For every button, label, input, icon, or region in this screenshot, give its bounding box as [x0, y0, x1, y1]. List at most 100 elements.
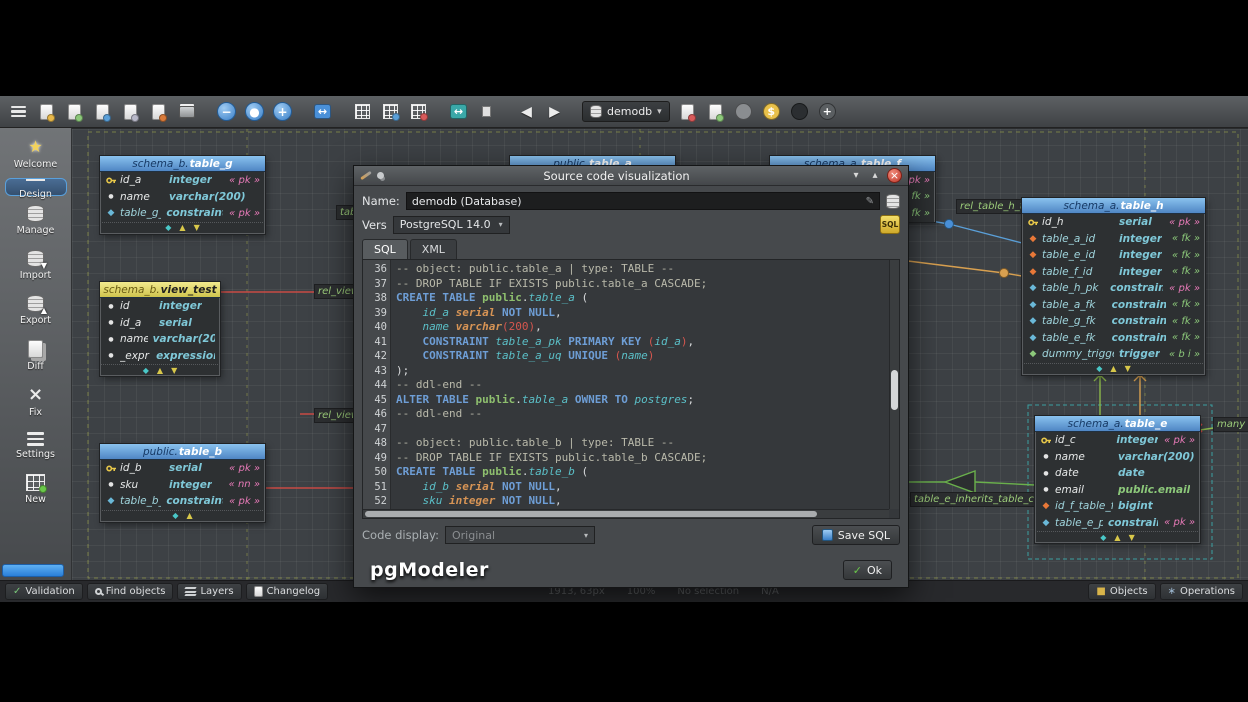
version-select[interactable]: PostgreSQL 14.0 ▾ — [393, 216, 510, 234]
table-footer[interactable]: ◆▲▼ — [1035, 531, 1200, 543]
table-row[interactable]: ◆table_f_idinteger« fk » — [1023, 264, 1204, 281]
about-button[interactable] — [787, 99, 812, 124]
zoom-in-button[interactable]: + — [270, 99, 295, 124]
table-row[interactable]: ◆table_e_fkconstraint« fk » — [1023, 330, 1204, 347]
table-row[interactable]: ◆dummy_triggertrigger« b i » — [1023, 346, 1204, 363]
new-model-button[interactable] — [34, 99, 59, 124]
sidebar-item-fix[interactable]: ×Fix — [5, 380, 67, 423]
name-input[interactable]: demodb (Database) ✎ — [406, 192, 880, 210]
table-table_e[interactable]: schema_a.table_eid_cinteger« pk »●nameva… — [1035, 416, 1200, 543]
table-row[interactable]: ◆table_g_pkconstraint« pk » — [101, 205, 264, 222]
table-header[interactable]: schema_a.table_e — [1035, 416, 1200, 432]
prev-page-button[interactable]: ◀ — [514, 99, 539, 124]
table-row[interactable]: ●emailpublic.email — [1036, 482, 1199, 499]
table-row[interactable]: ●namevarchar(200) — [101, 189, 264, 206]
tab-xml[interactable]: XML — [410, 239, 457, 259]
table-row[interactable]: ●idinteger — [101, 298, 219, 315]
save-model-button[interactable] — [90, 99, 115, 124]
table-view_test[interactable]: schema_b.view_test●idinteger●id_aserial●… — [100, 282, 220, 376]
table-row[interactable]: ◆table_h_pkconstraint« pk » — [1023, 280, 1204, 297]
sidebar-item-welcome[interactable]: ★Welcome — [5, 132, 67, 175]
operations-button[interactable]: ∗Operations — [1160, 583, 1243, 600]
table-header[interactable]: schema_b.view_test — [100, 282, 220, 298]
save-as-button[interactable] — [118, 99, 143, 124]
scrollbar-thumb[interactable] — [891, 370, 898, 410]
fit-view-button[interactable]: ↔ — [310, 99, 335, 124]
table-table_b[interactable]: public.table_bid_bserial« pk »●skuintege… — [100, 444, 265, 522]
sidebar-item-diff[interactable]: Diff — [5, 334, 67, 377]
table-row[interactable]: ◆table_e_pkconstraint« pk » — [1036, 515, 1199, 532]
main-menu-button[interactable] — [6, 99, 31, 124]
table-row[interactable]: id_ainteger« pk » — [101, 172, 264, 189]
export-model-button[interactable] — [146, 99, 171, 124]
zoom-out-button[interactable]: − — [214, 99, 239, 124]
table-row[interactable]: id_cinteger« pk » — [1036, 432, 1199, 449]
table-row[interactable]: ●namevarchar(200) — [1036, 449, 1199, 466]
dialog-titlebar[interactable]: Source code visualization ▾ ▴ × — [354, 166, 908, 186]
table-footer[interactable]: ◆▲▼ — [1022, 363, 1205, 375]
code-editor[interactable]: 363738394041424344454647484950515253 -- … — [362, 259, 900, 519]
relationship-label[interactable]: many — [1213, 417, 1248, 432]
align-to-grid-button[interactable] — [378, 99, 403, 124]
close-button[interactable]: × — [887, 168, 902, 183]
sidebar-item-new[interactable]: New — [5, 468, 67, 510]
table-row[interactable]: ●datedate — [1036, 465, 1199, 482]
table-row[interactable]: ◆table_b_pkconstraint« pk » — [101, 493, 264, 510]
sidebar-item-export[interactable]: ▲Export — [5, 289, 67, 331]
table-row[interactable]: ◆id_f_table_fbigint — [1036, 498, 1199, 515]
table-row[interactable]: ●namevarchar(200) — [101, 331, 219, 348]
ok-button[interactable]: ✓ Ok — [843, 560, 892, 580]
table-footer[interactable]: ◆▲ — [100, 510, 265, 522]
notification-chip[interactable] — [2, 564, 64, 577]
sidebar-item-design[interactable]: Design — [5, 178, 67, 196]
table-header[interactable]: schema_a.table_h — [1022, 198, 1205, 214]
changelog-button[interactable]: Changelog — [246, 583, 329, 600]
table-row[interactable]: ◆table_e_idinteger« fk » — [1023, 247, 1204, 264]
model-selector[interactable]: demodb▾ — [582, 101, 670, 122]
table-row[interactable]: ●id_aserial — [101, 315, 219, 332]
page-delimiters-button[interactable] — [406, 99, 431, 124]
zoom-normal-button[interactable]: ● — [242, 99, 267, 124]
bug-report-button[interactable] — [731, 99, 756, 124]
table-footer[interactable]: ◆▲▼ — [100, 364, 220, 376]
collapse-icon[interactable]: ▾ — [849, 170, 863, 181]
compact-view-button[interactable]: ↔ — [446, 99, 471, 124]
objects-button[interactable]: ■Objects — [1088, 583, 1155, 600]
expand-icon[interactable]: ▴ — [868, 170, 882, 181]
table-row[interactable]: ◆table_a_idinteger« fk » — [1023, 231, 1204, 248]
fix-model-button[interactable] — [675, 99, 700, 124]
scrollbar-thumb[interactable] — [365, 511, 817, 517]
sidebar-item-import[interactable]: ▼Import — [5, 244, 67, 286]
relationship-label[interactable]: table_e_inherits_table_c — [910, 492, 1038, 507]
print-model-button[interactable] — [174, 99, 199, 124]
table-header[interactable]: schema_b.table_g — [100, 156, 265, 172]
show-grid-button[interactable] — [350, 99, 375, 124]
load-model-button[interactable] — [62, 99, 87, 124]
table-row[interactable]: ●skuinteger« nn » — [101, 477, 264, 494]
sidebar-item-manage[interactable]: Manage — [5, 199, 67, 241]
table-row[interactable]: ◆table_a_fkconstraint« fk » — [1023, 297, 1204, 314]
table-row[interactable]: ◆table_g_fkconstraint« fk » — [1023, 313, 1204, 330]
layers-button[interactable]: Layers — [177, 583, 241, 600]
table-header[interactable]: public.table_b — [100, 444, 265, 460]
next-page-button[interactable]: ▶ — [542, 99, 567, 124]
plugins-button[interactable]: + — [815, 99, 840, 124]
save-sql-button[interactable]: Save SQL — [812, 525, 900, 545]
table-row[interactable]: id_bserial« pk » — [101, 460, 264, 477]
overview-button[interactable] — [474, 99, 499, 124]
horizontal-scrollbar[interactable] — [363, 509, 889, 518]
table-row[interactable]: ●_exprexpression — [101, 348, 219, 365]
find-objects-button[interactable]: Find objects — [87, 583, 174, 600]
sidebar-item-settings[interactable]: Settings — [5, 426, 67, 465]
pin-icon[interactable] — [377, 172, 384, 179]
table-table_h[interactable]: schema_a.table_hid_hserial« pk »◆table_a… — [1022, 198, 1205, 375]
vertical-scrollbar[interactable] — [889, 260, 899, 509]
relationship-label[interactable]: rel_table_h_t — [956, 199, 1028, 214]
table-footer[interactable]: ◆▲▼ — [100, 222, 265, 234]
tab-sql[interactable]: SQL — [362, 239, 408, 259]
table-table_g[interactable]: schema_b.table_gid_ainteger« pk »●nameva… — [100, 156, 265, 234]
new-object-button[interactable] — [703, 99, 728, 124]
donate-button[interactable]: $ — [759, 99, 784, 124]
table-row[interactable]: id_hserial« pk » — [1023, 214, 1204, 231]
validation-button[interactable]: ✓Validation — [5, 583, 83, 600]
